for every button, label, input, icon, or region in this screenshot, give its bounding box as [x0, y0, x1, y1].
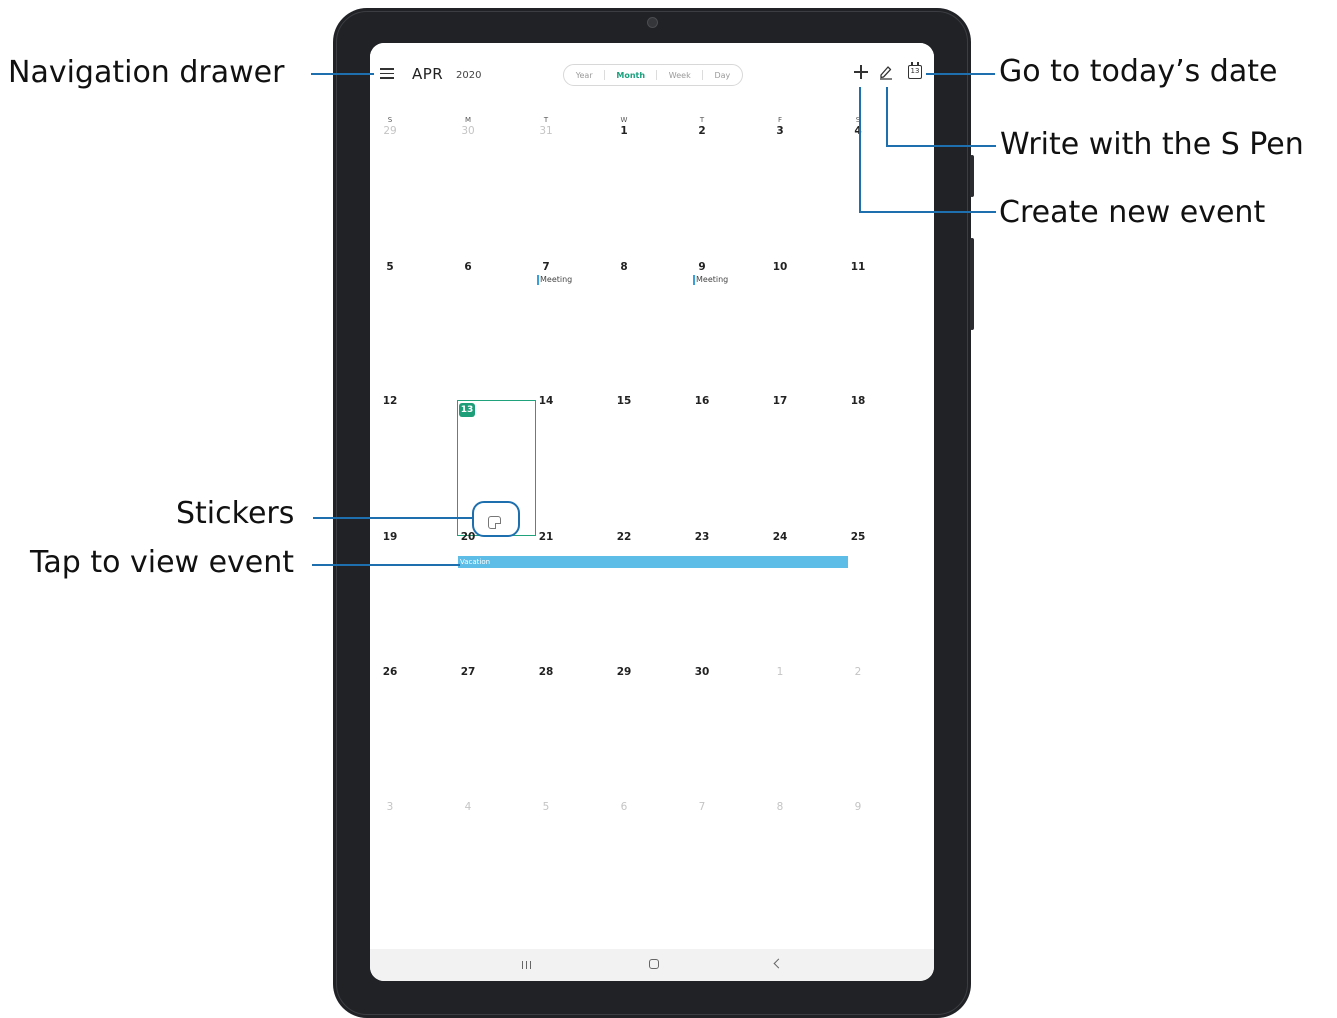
day-cell[interactable]: 2 [846, 666, 870, 678]
system-nav-bar [370, 949, 934, 981]
day-cell[interactable]: 5 [378, 261, 402, 273]
calendar-header: APR 2020 Year Month Week Day 13 [370, 43, 934, 103]
year-title: 2020 [456, 70, 482, 81]
power-button [970, 238, 974, 330]
day-cell[interactable]: 9 [690, 261, 714, 273]
tab-year[interactable]: Year [576, 71, 593, 80]
weekday-label: M [464, 116, 472, 124]
day-cell[interactable]: 10 [768, 261, 792, 273]
day-cell[interactable]: 4 [846, 125, 870, 137]
month-title[interactable]: APR [412, 65, 443, 83]
day-cell[interactable]: 16 [690, 395, 714, 407]
day-cell[interactable]: 1 [612, 125, 636, 137]
day-cell[interactable]: 11 [846, 261, 870, 273]
weekday-label: T [699, 116, 705, 124]
weekday-label: S [387, 116, 393, 124]
day-cell[interactable]: 7 [690, 801, 714, 813]
day-cell[interactable]: 6 [456, 261, 480, 273]
leader-stickers [313, 517, 473, 519]
day-cell[interactable]: 17 [768, 395, 792, 407]
leader-write-pen-h [886, 145, 996, 147]
leader-create-event-h [859, 211, 996, 213]
day-cell[interactable]: 2 [690, 125, 714, 137]
home-icon[interactable] [649, 959, 659, 969]
tab-week[interactable]: Week [669, 71, 691, 80]
day-cell[interactable]: 22 [612, 531, 636, 543]
day-cell[interactable]: 26 [378, 666, 402, 678]
calendar-screen: APR 2020 Year Month Week Day 13 13 Vacat… [370, 43, 934, 981]
day-cell[interactable]: 19 [378, 531, 402, 543]
weekday-label: W [620, 116, 628, 124]
meeting-event[interactable]: Meeting [693, 275, 728, 285]
day-cell[interactable]: 21 [534, 531, 558, 543]
view-switcher: Year Month Week Day [563, 64, 743, 86]
day-cell[interactable]: 31 [534, 125, 558, 137]
tab-month[interactable]: Month [616, 71, 645, 80]
leader-write-pen-v [886, 87, 888, 146]
day-cell[interactable]: 5 [534, 801, 558, 813]
day-cell[interactable]: 29 [612, 666, 636, 678]
callout-go-to-today: Go to today’s date [999, 54, 1278, 89]
day-cell[interactable]: 14 [534, 395, 558, 407]
day-cell[interactable]: 30 [690, 666, 714, 678]
today-date-badge[interactable]: 13 [459, 403, 475, 417]
add-event-icon[interactable] [854, 65, 868, 79]
calendar-today-icon[interactable]: 13 [908, 62, 922, 79]
vacation-event-bar[interactable]: Vacation [458, 556, 848, 568]
day-cell[interactable]: 23 [690, 531, 714, 543]
recents-icon[interactable] [522, 961, 531, 969]
callout-stickers: Stickers [176, 496, 295, 531]
volume-button [970, 155, 974, 197]
navigation-drawer-icon[interactable] [380, 68, 394, 79]
day-cell[interactable]: 3 [378, 801, 402, 813]
day-cell[interactable]: 4 [456, 801, 480, 813]
callout-tap-to-view-event: Tap to view event [30, 545, 295, 580]
leader-create-event-v [859, 87, 861, 213]
callout-create-new-event: Create new event [999, 195, 1266, 230]
day-cell[interactable]: 24 [768, 531, 792, 543]
leader-go-to-today [926, 73, 995, 75]
sticker-highlight-circle [472, 501, 520, 537]
day-cell[interactable]: 29 [378, 125, 402, 137]
day-cell[interactable]: 25 [846, 531, 870, 543]
day-cell[interactable]: 18 [846, 395, 870, 407]
day-cell[interactable]: 30 [456, 125, 480, 137]
pen-icon[interactable] [878, 63, 894, 80]
day-cell[interactable]: 6 [612, 801, 636, 813]
day-cell[interactable]: 1 [768, 666, 792, 678]
back-icon[interactable] [773, 958, 784, 969]
day-cell[interactable]: 12 [378, 395, 402, 407]
weekday-label: F [777, 116, 783, 124]
day-cell[interactable]: 28 [534, 666, 558, 678]
day-cell[interactable]: 7 [534, 261, 558, 273]
leader-navigation-drawer [311, 73, 374, 75]
weekday-label: S [855, 116, 861, 124]
meeting-event[interactable]: Meeting [537, 275, 572, 285]
day-cell[interactable]: 8 [612, 261, 636, 273]
leader-tap-event [312, 564, 460, 566]
day-cell[interactable]: 3 [768, 125, 792, 137]
day-cell[interactable]: 27 [456, 666, 480, 678]
tab-day[interactable]: Day [714, 71, 730, 80]
front-camera [647, 17, 658, 28]
day-cell[interactable]: 9 [846, 801, 870, 813]
weekday-label: T [543, 116, 549, 124]
day-cell[interactable]: 15 [612, 395, 636, 407]
day-cell[interactable]: 8 [768, 801, 792, 813]
callout-navigation-drawer: Navigation drawer [8, 55, 285, 90]
month-grid: 13 Vacation S M T W T F S 29 30 31 1 2 3 4 5 6 7 Meeting 8… [370, 103, 934, 949]
callout-write-with-pen: Write with the S Pen [1000, 127, 1304, 162]
